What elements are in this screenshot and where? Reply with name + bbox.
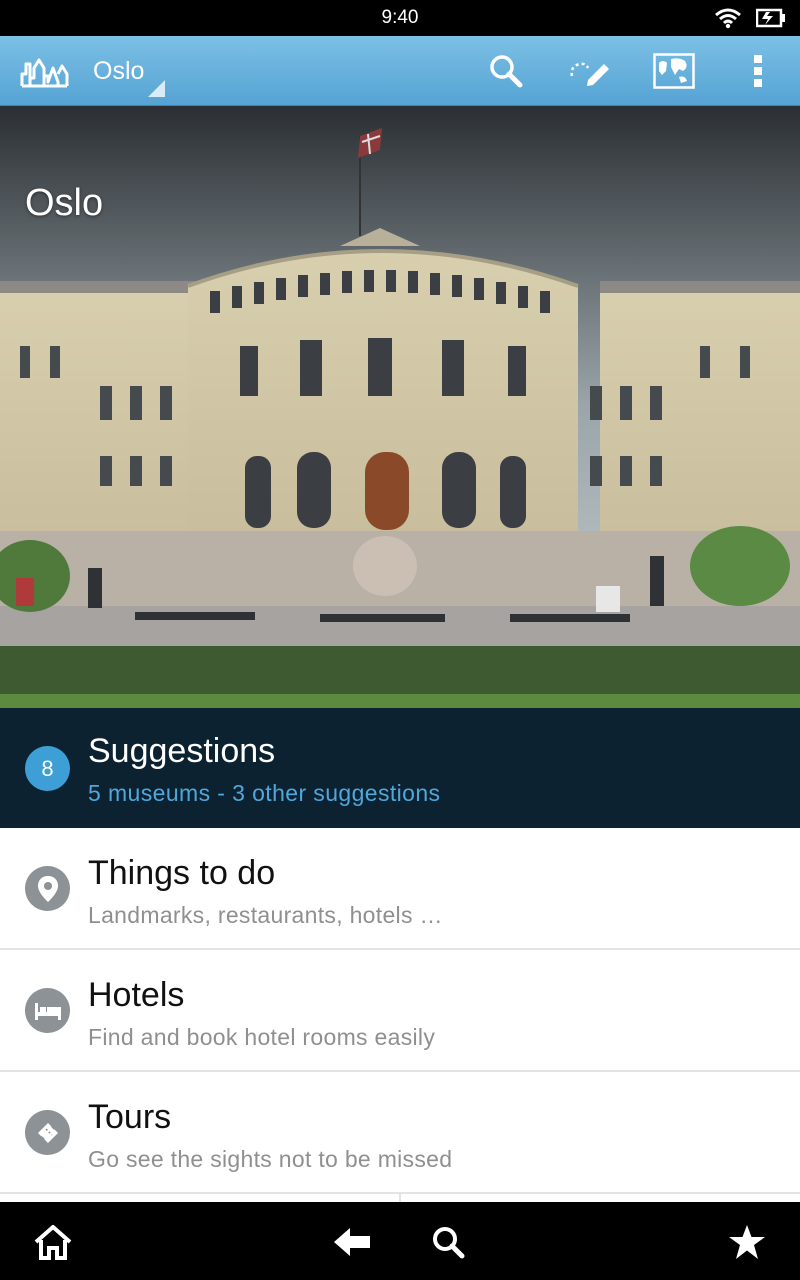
next-row-partial [0, 1194, 800, 1202]
suggestions-subtitle: 5 museums - 3 other suggestions [88, 780, 441, 806]
overflow-menu-button[interactable] [736, 51, 780, 91]
favorites-button[interactable] [725, 1220, 769, 1264]
trip-planner-button[interactable] [568, 51, 612, 91]
bottom-nav-bar [0, 1202, 800, 1280]
status-time: 9:40 [381, 7, 419, 28]
map-icon [653, 53, 695, 89]
list-item-things-to-do[interactable]: Things to do Landmarks, restaurants, hot… [0, 828, 800, 950]
star-icon [729, 1225, 765, 1259]
status-bar: 9:40 [0, 0, 800, 36]
list-item-title: Hotels [88, 976, 185, 1014]
suggestions-count-badge: 8 [25, 746, 70, 791]
map-button[interactable] [652, 51, 696, 91]
wifi-icon [715, 8, 741, 29]
suggestions-title: Suggestions [88, 732, 276, 770]
home-button[interactable] [31, 1220, 75, 1264]
itinerary-pencil-icon [570, 62, 609, 86]
list-item-subtitle: Go see the sights not to be missed [88, 1146, 453, 1172]
nav-search-button[interactable] [426, 1220, 470, 1264]
search-icon [433, 1227, 465, 1259]
app-logo-icon[interactable] [20, 56, 70, 88]
dropdown-indicator-icon [148, 80, 165, 97]
search-icon [490, 55, 523, 88]
city-hero-image[interactable]: Oslo [0, 106, 800, 708]
hero-title: Oslo [25, 182, 104, 224]
back-arrow-icon [334, 1228, 370, 1256]
search-button[interactable] [484, 51, 528, 91]
city-selector[interactable]: Oslo [93, 57, 144, 86]
parliament-building-photo [0, 106, 800, 708]
bed-icon [25, 988, 70, 1033]
list-item-tours[interactable]: Tours Go see the sights not to be missed [0, 1072, 800, 1194]
row-divider [399, 1194, 401, 1202]
list-item-subtitle: Find and book hotel rooms easily [88, 1024, 436, 1050]
battery-icon [756, 8, 785, 28]
list-item-subtitle: Landmarks, restaurants, hotels … [88, 902, 443, 928]
home-icon [34, 1225, 72, 1260]
list-item-hotels[interactable]: Hotels Find and book hotel rooms easily [0, 950, 800, 1072]
overflow-menu-icon [754, 55, 762, 87]
list-item-title: Things to do [88, 854, 276, 892]
status-icons [714, 7, 786, 29]
action-bar: Oslo [0, 36, 800, 106]
ticket-icon [25, 1110, 70, 1155]
list-item-title: Tours [88, 1098, 172, 1136]
location-pin-icon [25, 866, 70, 911]
back-button[interactable] [330, 1220, 374, 1264]
